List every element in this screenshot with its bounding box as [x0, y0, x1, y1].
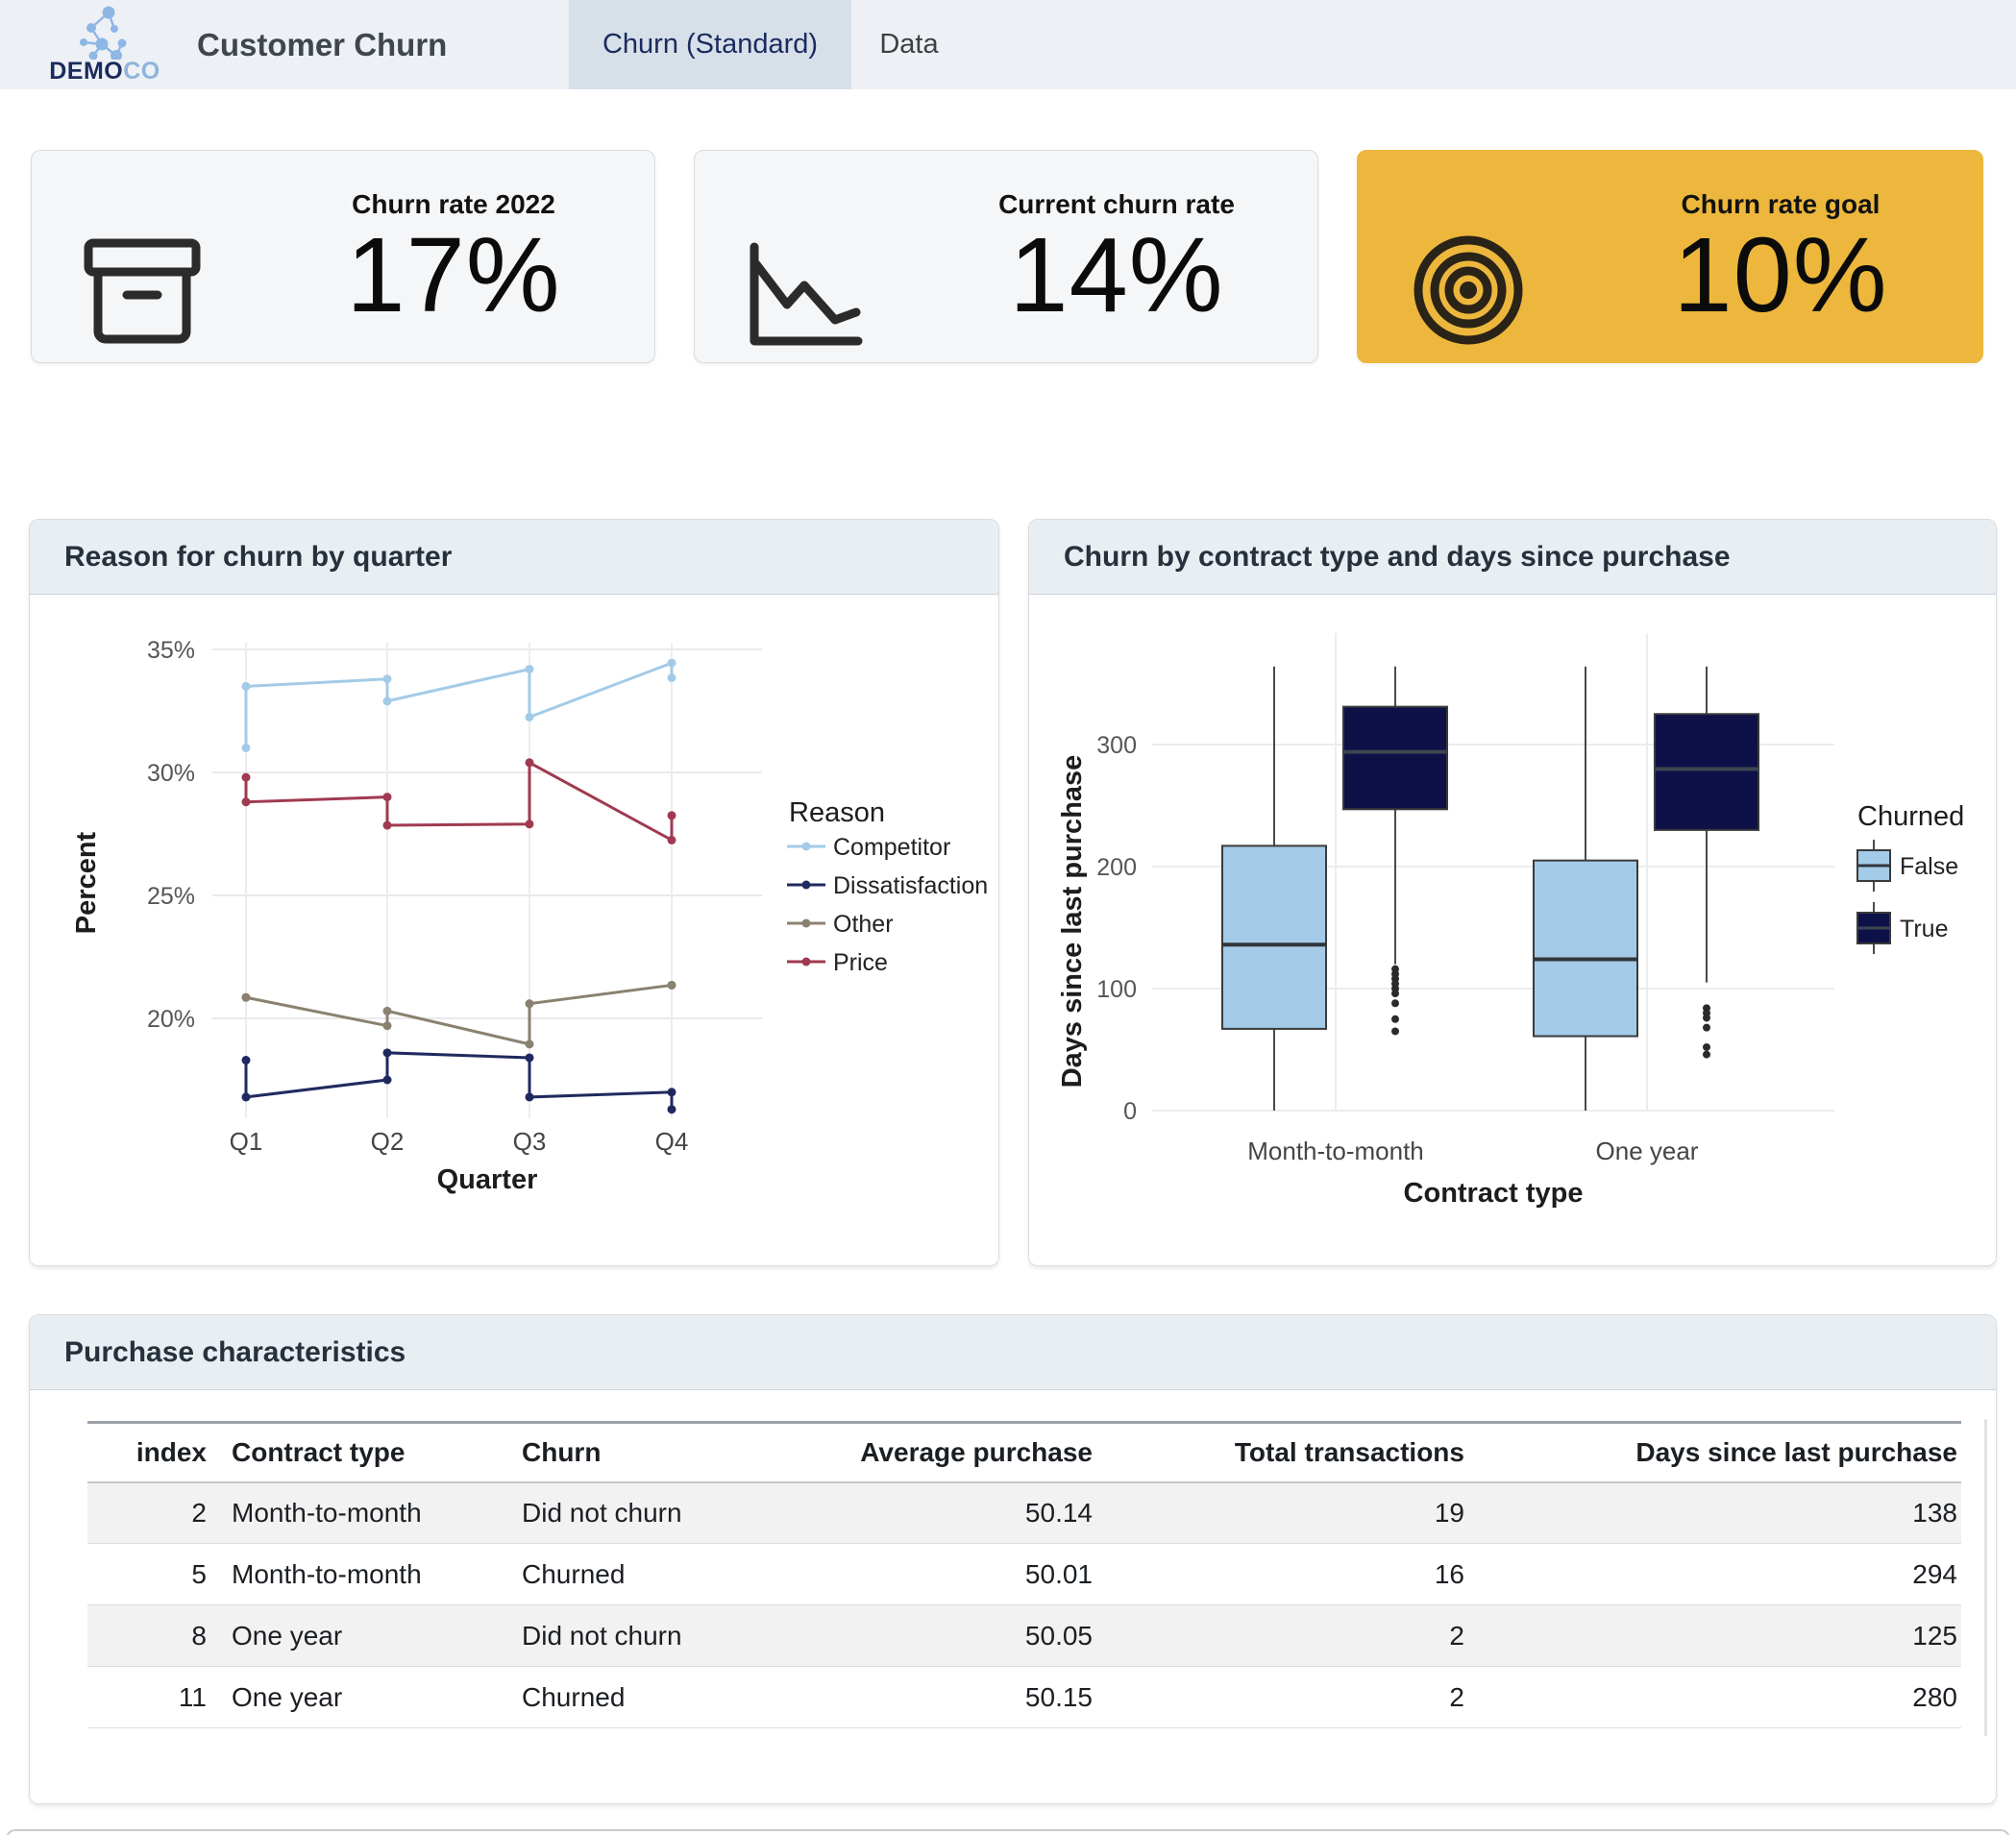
app-header: DEMOCO Customer Churn Churn (Standard) D…: [0, 0, 2016, 89]
contract-boxplot-chart[interactable]: 0 100 200 300 Month-to-month One year Contract…: [1029, 595, 1996, 1265]
cell-index: 2: [87, 1482, 210, 1544]
kpi-value: 17%: [346, 220, 560, 331]
column-header-total-transactions: Total transactions: [1096, 1423, 1468, 1482]
column-header-index: index: [87, 1423, 210, 1482]
panel-title: Churn by contract type and days since pu…: [1029, 520, 1996, 595]
panel-title: Purchase characteristics: [30, 1315, 1996, 1390]
cell-total-transactions: 16: [1096, 1544, 1468, 1605]
cell-total-transactions: 2: [1096, 1667, 1468, 1728]
svg-text:Days since last purchase: Days since last purchase: [1057, 755, 1088, 1089]
table-row: 8 One year Did not churn 50.05 2 125: [87, 1605, 1961, 1667]
cell-days-since-last-purchase: 294: [1468, 1544, 1961, 1605]
svg-text:100: 100: [1096, 976, 1137, 1003]
column-header-churn: Churn: [501, 1423, 847, 1482]
cell-churn: Did not churn: [501, 1482, 847, 1544]
next-card-top-edge: [6, 1829, 2010, 1835]
panel-purchase-characteristics: Purchase characteristics index Contract …: [29, 1314, 1997, 1804]
svg-text:Q1: Q1: [230, 1127, 263, 1156]
svg-text:0: 0: [1123, 1098, 1137, 1125]
reason-by-quarter-line-chart[interactable]: 35% 30% 25% 20% Q1 Q2 Q3 Q4 Quarter Percent Reason…: [30, 595, 998, 1265]
svg-text:30%: 30%: [147, 760, 195, 787]
svg-text:Churned: Churned: [1857, 801, 1964, 832]
svg-text:35%: 35%: [147, 637, 195, 664]
cell-average-purchase: 50.14: [847, 1482, 1096, 1544]
cell-churn: Churned: [501, 1667, 847, 1728]
svg-text:20%: 20%: [147, 1006, 195, 1033]
table-scrollbar[interactable]: [1984, 1419, 1987, 1736]
cell-days-since-last-purchase: 125: [1468, 1605, 1961, 1667]
kpi-card-current-churn-rate: Current churn rate 14%: [694, 150, 1318, 363]
kpi-value: 14%: [1009, 220, 1223, 331]
cell-contract-type: One year: [210, 1605, 501, 1667]
table-row: 11 One year Churned 50.15 2 280: [87, 1667, 1961, 1728]
cell-contract-type: Month-to-month: [210, 1544, 501, 1605]
svg-text:One year: One year: [1596, 1137, 1699, 1165]
brand-name: DEMOCO: [42, 58, 167, 86]
panel-churn-by-contract: Churn by contract type and days since pu…: [1028, 519, 1997, 1266]
svg-text:25%: 25%: [147, 883, 195, 910]
brand-name-light: CO: [123, 58, 160, 85]
cell-contract-type: Month-to-month: [210, 1482, 501, 1544]
svg-text:Month-to-month: Month-to-month: [1247, 1137, 1424, 1165]
brand-name-bold: DEMO: [49, 58, 123, 85]
page-title: Customer Churn: [197, 0, 447, 89]
cell-total-transactions: 2: [1096, 1605, 1468, 1667]
svg-text:Reason: Reason: [789, 797, 885, 828]
tab-data[interactable]: Data: [851, 0, 967, 89]
svg-text:Dissatisfaction: Dissatisfaction: [833, 872, 988, 899]
cell-index: 5: [87, 1544, 210, 1605]
svg-text:Percent: Percent: [71, 831, 102, 934]
svg-text:200: 200: [1096, 854, 1137, 881]
svg-text:Contract type: Contract type: [1404, 1178, 1584, 1209]
target-icon: [1410, 232, 1527, 349]
svg-text:False: False: [1900, 853, 1958, 880]
svg-text:True: True: [1900, 916, 1948, 942]
network-logo-icon: [73, 4, 136, 60]
kpi-card-churn-rate-2022: Churn rate 2022 17%: [31, 150, 655, 363]
cell-days-since-last-purchase: 138: [1468, 1482, 1961, 1544]
kpi-value: 10%: [1673, 220, 1887, 331]
svg-text:Q3: Q3: [513, 1127, 547, 1156]
svg-text:Q4: Q4: [655, 1127, 689, 1156]
kpi-card-churn-rate-goal: Churn rate goal 10%: [1357, 150, 1983, 363]
svg-text:Quarter: Quarter: [437, 1164, 538, 1195]
svg-text:Other: Other: [833, 911, 894, 938]
svg-text:300: 300: [1096, 732, 1137, 759]
table-header-row: index Contract type Churn Average purcha…: [87, 1423, 1961, 1482]
svg-text:Q2: Q2: [371, 1127, 405, 1156]
cell-index: 11: [87, 1667, 210, 1728]
archive-box-icon: [81, 235, 204, 349]
svg-text:Competitor: Competitor: [833, 834, 950, 861]
tab-churn-standard[interactable]: Churn (Standard): [569, 0, 851, 89]
svg-text:Price: Price: [833, 949, 888, 976]
panel-title: Reason for churn by quarter: [30, 520, 998, 595]
dashboard-page: DEMOCO Customer Churn Churn (Standard) D…: [0, 0, 2016, 1835]
table-row: 2 Month-to-month Did not churn 50.14 19 …: [87, 1482, 1961, 1544]
cell-index: 8: [87, 1605, 210, 1667]
column-header-days-since-last-purchase: Days since last purchase: [1468, 1423, 1961, 1482]
cell-average-purchase: 50.15: [847, 1667, 1096, 1728]
purchase-characteristics-table: index Contract type Churn Average purcha…: [87, 1421, 1961, 1728]
table-row: 5 Month-to-month Churned 50.01 16 294: [87, 1544, 1961, 1605]
cell-churn: Did not churn: [501, 1605, 847, 1667]
cell-contract-type: One year: [210, 1667, 501, 1728]
column-header-average-purchase: Average purchase: [847, 1423, 1096, 1482]
cell-average-purchase: 50.01: [847, 1544, 1096, 1605]
cell-average-purchase: 50.05: [847, 1605, 1096, 1667]
trend-down-icon: [745, 235, 866, 349]
cell-total-transactions: 19: [1096, 1482, 1468, 1544]
panel-reason-for-churn: Reason for churn by quarter 35% 30% 25% 20%…: [29, 519, 999, 1266]
cell-days-since-last-purchase: 280: [1468, 1667, 1961, 1728]
column-header-contract-type: Contract type: [210, 1423, 501, 1482]
brand-logo: DEMOCO: [42, 4, 167, 86]
cell-churn: Churned: [501, 1544, 847, 1605]
